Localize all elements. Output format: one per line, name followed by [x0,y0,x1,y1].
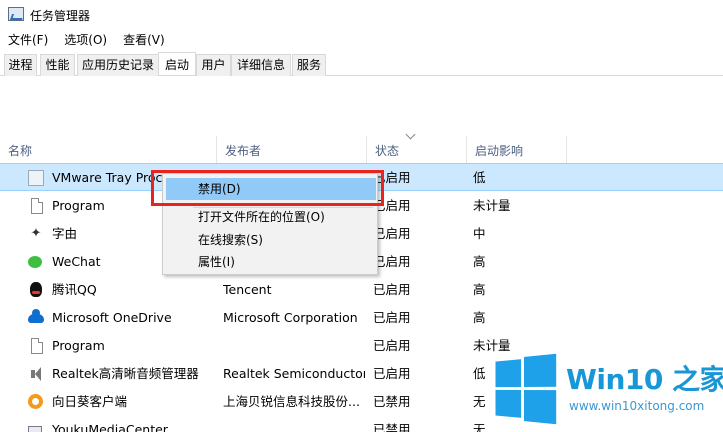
column-status-header[interactable]: 状态 [367,136,467,164]
row-status: 已启用 [373,338,411,353]
row-status: 已启用 [373,170,411,185]
row-status: 已启用 [373,226,411,241]
watermark: Win10 之家 www.win10xitong.com [492,353,723,432]
tab-app-history[interactable]: 应用历史记录 [77,54,159,76]
row-name: Microsoft OneDrive [52,310,172,325]
tab-strip: 进程 性能 应用历史记录 启动 用户 详细信息 服务 [0,52,723,76]
document-icon [31,198,43,214]
row-publisher: Realtek Semiconductor [223,366,365,381]
row-name: Realtek高清晰音频管理器 [52,366,199,381]
menu-file[interactable]: 文件(F) [0,30,56,50]
qq-penguin-icon [30,282,42,297]
title-bar: 任务管理器 [0,0,723,30]
onedrive-cloud-icon [28,309,44,323]
table-header: 名称 发布者 状态 启动影响 [0,136,723,164]
window-title: 任务管理器 [30,9,91,23]
row-impact: 低 [473,170,486,185]
column-impact-header[interactable]: 启动影响 [467,136,567,164]
watermark-url: www.win10xitong.com [569,399,705,413]
column-publisher-header[interactable]: 发布者 [217,136,367,164]
row-name: Program [52,338,105,353]
tab-processes[interactable]: 进程 [4,54,37,76]
row-impact: 高 [473,254,486,269]
row-status: 已启用 [373,198,411,213]
highlight-annotation-box [151,170,384,206]
youku-icon [28,426,42,432]
watermark-title: Win10 之家 [566,363,723,396]
sunflower-icon [28,394,43,409]
menu-view[interactable]: 查看(V) [115,30,173,50]
windows-logo-icon [495,353,557,425]
tab-details[interactable]: 详细信息 [231,54,291,76]
table-row[interactable]: 腾讯QQ Tencent 已启用 高 [0,276,723,304]
row-impact: 高 [473,310,486,325]
table-row[interactable]: Program 已启用 未计量 [0,332,723,360]
row-name: 向日葵客户端 [52,394,128,409]
row-status: 已启用 [373,366,411,381]
star-icon: ✦ [30,226,42,241]
context-menu-open-file-location[interactable]: 打开文件所在的位置(O) [166,206,376,228]
row-status: 已启用 [373,310,411,325]
row-publisher: Microsoft Corporation [223,310,358,325]
speaker-icon [31,366,43,382]
vmware-tray-icon [28,170,44,186]
task-manager-icon [8,7,24,21]
wechat-icon [28,256,42,268]
context-menu-search-online[interactable]: 在线搜索(S) [166,229,376,251]
menu-bar: 文件(F) 选项(O) 查看(V) [0,30,173,50]
tab-users[interactable]: 用户 [196,54,231,76]
row-name: YoukuMediaCenter [52,422,168,432]
tab-services[interactable]: 服务 [292,54,326,76]
row-status: 已禁用 [373,422,411,432]
row-impact: 中 [473,226,486,241]
row-status: 已启用 [373,254,411,269]
row-name: 腾讯QQ [52,282,97,297]
tab-startup[interactable]: 启动 [158,52,196,75]
menu-options[interactable]: 选项(O) [56,30,115,50]
tab-performance[interactable]: 性能 [40,54,75,76]
row-status: 已禁用 [373,394,411,409]
document-icon [31,338,43,354]
row-publisher: 上海贝锐信息科技股份... [223,394,360,409]
row-impact: 未计量 [473,198,511,213]
row-status: 已启用 [373,282,411,297]
column-name-header[interactable]: 名称 [0,136,217,164]
row-publisher: Tencent [223,282,272,297]
table-row[interactable]: Microsoft OneDrive Microsoft Corporation… [0,304,723,332]
row-impact: 高 [473,282,486,297]
context-menu-properties[interactable]: 属性(I) [166,251,376,273]
